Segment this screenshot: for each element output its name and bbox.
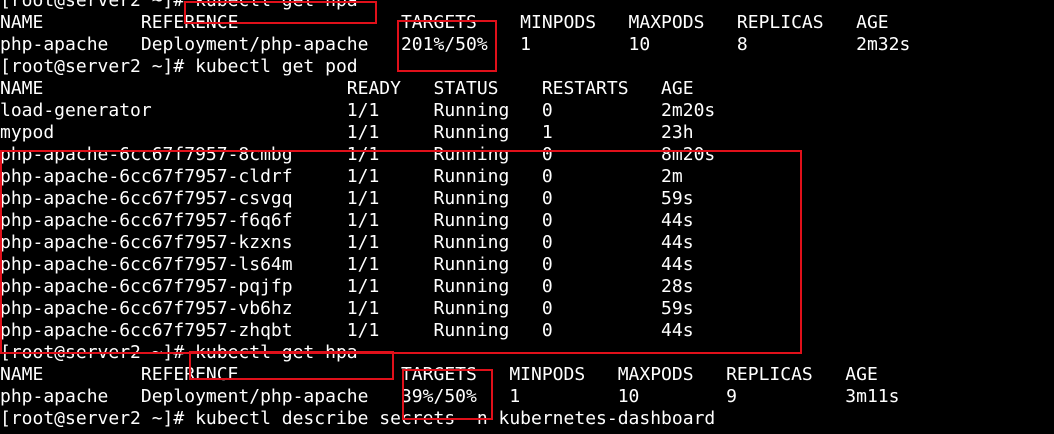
hpa-table-row: php-apache Deployment/php-apache 201%/50…: [0, 34, 911, 55]
hpa-table-row: php-apache Deployment/php-apache 39%/50%…: [0, 386, 900, 407]
pod-table-row: php-apache-6cc67f7957-vb6hz 1/1 Running …: [0, 298, 694, 319]
pod-table-row: mypod 1/1 Running 1 23h: [0, 122, 694, 143]
pod-table-row: php-apache-6cc67f7957-kzxns 1/1 Running …: [0, 232, 694, 253]
pod-table-row: php-apache-6cc67f7957-pqjfp 1/1 Running …: [0, 276, 694, 297]
prompt-line-get-hpa-2: [root@server2 ~]# kubectl get hpa: [0, 342, 358, 363]
pod-table-header: NAME READY STATUS RESTARTS AGE: [0, 78, 694, 99]
pod-table-row: load-generator 1/1 Running 0 2m20s: [0, 100, 716, 121]
pod-table-row: php-apache-6cc67f7957-csvgq 1/1 Running …: [0, 188, 694, 209]
prompt-line-get-pod: [root@server2 ~]# kubectl get pod: [0, 56, 358, 77]
terminal-window[interactable]: [root@server2 ~]# kubectl get hpa NAME R…: [0, 0, 1054, 434]
pod-table-row: php-apache-6cc67f7957-f6q6f 1/1 Running …: [0, 210, 694, 231]
pod-table-row: php-apache-6cc67f7957-8cmbg 1/1 Running …: [0, 144, 716, 165]
pod-table-row: php-apache-6cc67f7957-zhqbt 1/1 Running …: [0, 320, 694, 341]
pod-table-row: php-apache-6cc67f7957-ls64m 1/1 Running …: [0, 254, 694, 275]
hpa-table-header: NAME REFERENCE TARGETS MINPODS MAXPODS R…: [0, 364, 878, 385]
pod-table-row: php-apache-6cc67f7957-cldrf 1/1 Running …: [0, 166, 683, 187]
prompt-line-describe-secrets: [root@server2 ~]# kubectl describe secre…: [0, 408, 716, 429]
hpa-table-header: NAME REFERENCE TARGETS MINPODS MAXPODS R…: [0, 12, 889, 33]
prompt-line-get-hpa-1: [root@server2 ~]# kubectl get hpa: [0, 0, 358, 11]
